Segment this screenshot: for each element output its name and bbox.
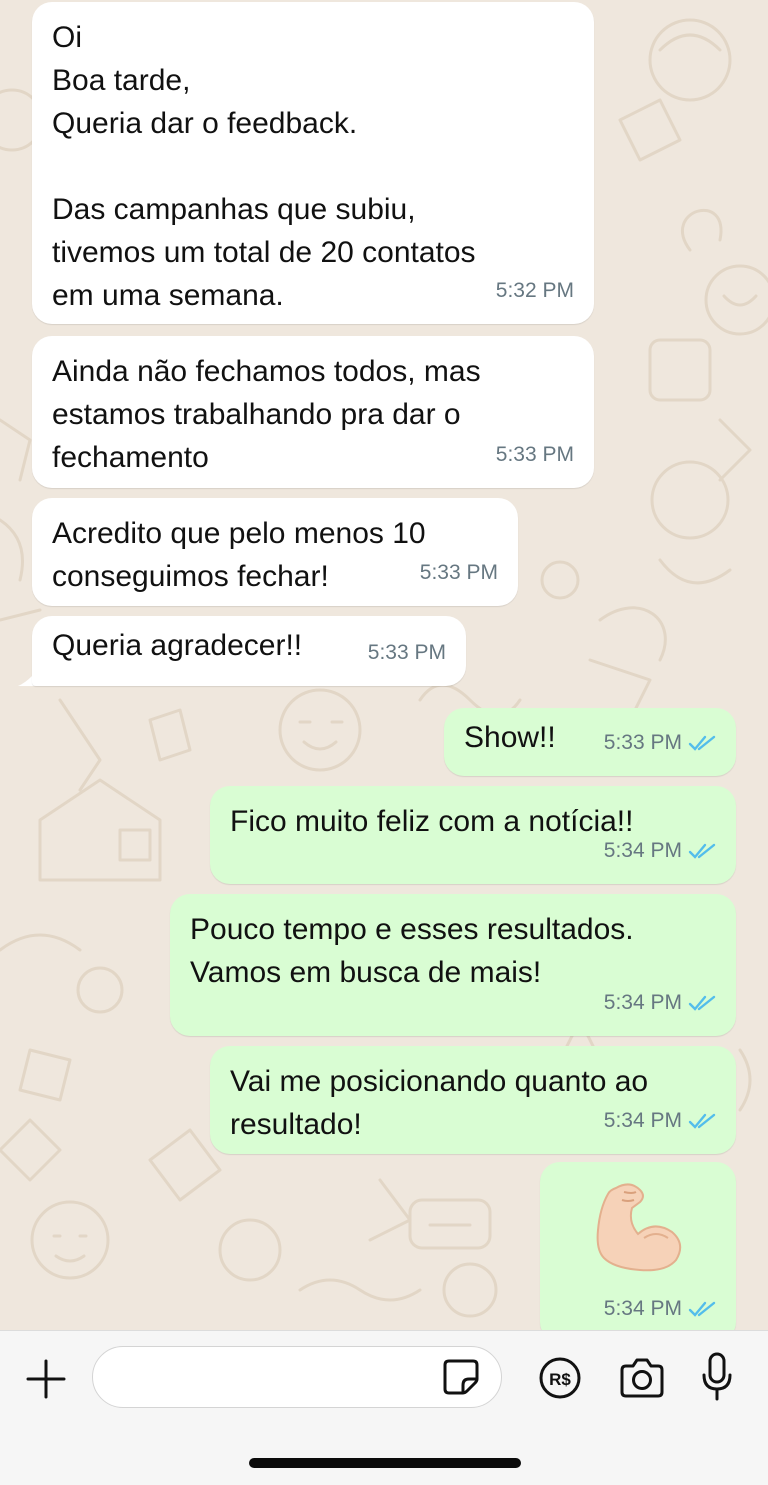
message-meta: 5:32 PM [496,269,574,312]
message-meta: 5:33 PM [604,721,716,764]
plus-icon[interactable] [24,1357,68,1401]
message-composer: R$ [0,1330,768,1485]
payment-icon[interactable]: R$ [538,1356,582,1400]
home-indicator [249,1458,521,1468]
read-receipt-icon [688,735,716,751]
microphone-icon[interactable] [700,1351,734,1403]
message-input[interactable] [111,1347,445,1407]
outgoing-message[interactable]: Vai me posicionando quanto ao resultado!… [210,1046,736,1154]
message-meta: 5:33 PM [368,631,446,674]
message-meta: 5:34 PM [604,1099,716,1142]
message-meta: 5:34 PM [604,829,716,872]
message-time: 5:34 PM [603,839,682,862]
message-time: 5:33 PM [603,731,682,754]
incoming-message[interactable]: Queria agradecer!! 5:33 PM [32,616,466,686]
message-list: Oi Boa tarde, Queria dar o feedback. Das… [0,0,768,1330]
incoming-message[interactable]: Ainda não fechamos todos, mas estamos tr… [32,336,594,488]
read-receipt-icon [688,1113,716,1129]
camera-icon[interactable] [618,1356,666,1400]
read-receipt-icon [688,995,716,1011]
message-time: 5:33 PM [419,561,498,584]
message-meta: 5:33 PM [420,551,498,594]
sticker-icon[interactable] [441,1357,481,1397]
message-time: 5:33 PM [367,641,446,664]
message-time: 5:32 PM [495,279,574,302]
message-time: 5:34 PM [603,991,682,1014]
read-receipt-icon [688,843,716,859]
flexed-biceps-icon [596,1183,682,1272]
message-time: 5:34 PM [603,1297,682,1320]
message-time: 5:34 PM [603,1109,682,1132]
incoming-message[interactable]: Oi Boa tarde, Queria dar o feedback. Das… [32,2,594,324]
svg-text:R$: R$ [549,1370,571,1389]
message-meta: 5:34 PM [604,1287,716,1330]
incoming-message[interactable]: Acredito que pelo menos 10 conseguimos f… [32,498,518,606]
read-receipt-icon [688,1301,716,1317]
outgoing-message[interactable]: Show!! 5:33 PM [444,708,736,776]
message-meta: 5:34 PM [604,981,716,1024]
message-meta: 5:33 PM [496,433,574,476]
outgoing-message[interactable]: Fico muito feliz com a notícia!! 5:34 PM [210,786,736,884]
message-time: 5:33 PM [495,443,574,466]
outgoing-message[interactable]: 5:34 PM [540,1162,736,1330]
outgoing-message[interactable]: Pouco tempo e esses resultados. Vamos em… [170,894,736,1036]
